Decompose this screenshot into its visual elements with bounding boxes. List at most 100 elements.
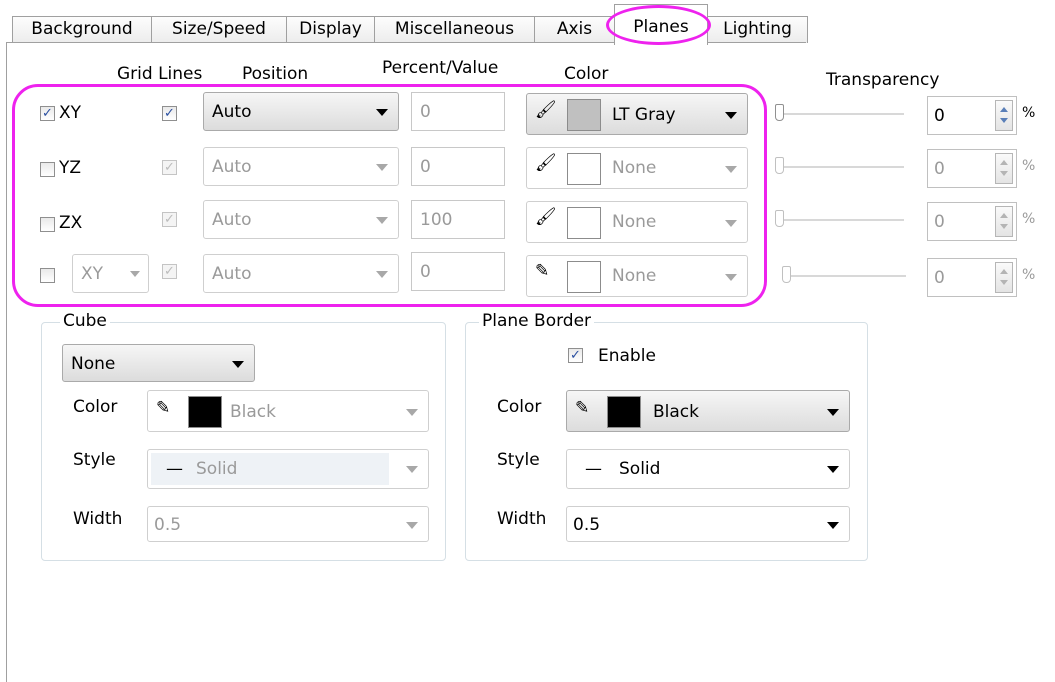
spin-up-icon — [1000, 107, 1008, 112]
header-percent-value: Percent/Value — [382, 58, 499, 78]
spin-up-icon — [1000, 160, 1008, 165]
plane-xy-value-input[interactable]: 0 — [411, 92, 505, 131]
chevron-down-icon — [376, 217, 388, 224]
tab-display[interactable]: Display — [286, 16, 375, 43]
plane-border-enable-checkbox[interactable]: ✓ — [568, 348, 583, 363]
plane-border-width-label: Width — [497, 509, 547, 529]
plane-yz-value-text: 0 — [420, 157, 431, 177]
cube-type-select[interactable]: None — [62, 344, 255, 382]
plane-border-width-select[interactable]: 0.5 — [566, 506, 850, 542]
percent-sign: % — [1022, 267, 1036, 283]
plane-border-style-select[interactable]: — Solid — [566, 449, 850, 489]
plane-yz-color-name: None — [612, 158, 657, 178]
plane-border-width-value: 0.5 — [573, 515, 601, 535]
pencil-icon: ✎ — [535, 261, 550, 281]
plane-zx-value-text: 100 — [420, 210, 453, 230]
cube-style-label: Style — [73, 450, 116, 470]
percent-sign: % — [1022, 158, 1036, 174]
chevron-down-icon — [827, 522, 839, 529]
plane-border-color-swatch — [607, 396, 641, 428]
chevron-down-icon — [827, 466, 839, 473]
plane-zx-transparency-value: 0 — [934, 212, 945, 232]
tab-size-speed[interactable]: Size/Speed — [151, 16, 287, 43]
cube-width-label: Width — [73, 509, 123, 529]
plane-custom-value-input[interactable]: 0 — [411, 252, 505, 291]
plane-custom-color-swatch — [567, 261, 601, 293]
spin-buttons[interactable] — [995, 100, 1013, 131]
fill-bucket-icon: 🖌 — [535, 153, 557, 173]
plane-custom-axis-select[interactable]: XY — [72, 254, 149, 293]
spin-buttons[interactable] — [995, 206, 1013, 237]
plane-custom-transparency-value: 0 — [934, 268, 945, 288]
plane-yz-transparency-slider[interactable] — [775, 157, 784, 174]
plane-yz-transparency-spinner[interactable]: 0 — [927, 149, 1017, 188]
plane-yz-position-select[interactable]: Auto — [203, 147, 399, 186]
active-tab-highlight — [606, 5, 711, 45]
chevron-down-icon — [376, 271, 388, 278]
plane-xy-transparency-value: 0 — [934, 106, 945, 126]
chevron-down-icon — [232, 361, 244, 368]
chevron-down-icon — [725, 274, 737, 281]
plane-custom-color-name: None — [612, 266, 657, 286]
plane-custom-transparency-slider[interactable] — [782, 266, 791, 283]
cube-style-select[interactable]: — Solid — [147, 449, 429, 489]
plane-zx-transparency-spinner[interactable]: 0 — [927, 202, 1017, 241]
pencil-icon: ✎ — [156, 398, 171, 418]
tab-lighting[interactable]: Lighting — [707, 16, 808, 43]
plane-zx-grid-checkbox[interactable]: ✓ — [162, 212, 177, 227]
spin-up-icon — [1000, 269, 1008, 274]
plane-xy-value-text: 0 — [420, 102, 431, 122]
plane-zx-position-select[interactable]: Auto — [203, 200, 399, 239]
plane-yz-label: YZ — [59, 158, 82, 178]
plane-xy-grid-checkbox[interactable]: ✓ — [162, 106, 177, 121]
plane-yz-checkbox[interactable] — [40, 162, 55, 177]
tab-miscellaneous[interactable]: Miscellaneous — [374, 16, 535, 43]
plane-yz-grid-checkbox[interactable]: ✓ — [162, 160, 177, 175]
plane-custom-color-select[interactable]: ✎ None — [526, 255, 748, 297]
chevron-down-icon — [725, 112, 737, 119]
plane-custom-position-select[interactable]: Auto — [203, 254, 399, 293]
plane-yz-value-input[interactable]: 0 — [411, 147, 505, 186]
plane-xy-position-select[interactable]: Auto — [203, 92, 399, 131]
chevron-down-icon — [406, 466, 418, 473]
cube-type-value: None — [71, 354, 116, 374]
plane-custom-checkbox[interactable] — [40, 268, 55, 283]
spin-down-icon — [1000, 118, 1008, 123]
plane-border-style-value: Solid — [619, 459, 661, 479]
fill-bucket-icon: 🖌 — [535, 100, 557, 120]
plane-border-style-label: Style — [497, 450, 540, 470]
plane-xy-checkbox[interactable]: ✓ — [40, 106, 55, 121]
plane-zx-value-input[interactable]: 100 — [411, 200, 505, 239]
percent-sign: % — [1022, 105, 1036, 121]
chevron-down-icon — [725, 166, 737, 173]
cube-color-select[interactable]: ✎ Black — [147, 390, 429, 432]
plane-yz-transparency-track — [779, 166, 904, 169]
cube-width-select[interactable]: 0.5 — [147, 506, 429, 542]
plane-custom-position-value: Auto — [212, 264, 252, 284]
plane-custom-transparency-spinner[interactable]: 0 — [927, 258, 1017, 297]
plane-border-color-select[interactable]: ✎ Black — [566, 390, 850, 432]
plane-zx-transparency-slider[interactable] — [775, 210, 784, 227]
plane-zx-color-select[interactable]: 🖌 None — [526, 201, 748, 243]
spin-down-icon — [1000, 224, 1008, 229]
spin-buttons[interactable] — [995, 262, 1013, 293]
spin-down-icon — [1000, 280, 1008, 285]
cube-color-name: Black — [230, 402, 276, 422]
plane-border-enable-label: Enable — [598, 346, 656, 366]
plane-xy-color-swatch — [567, 99, 601, 131]
plane-xy-transparency-spinner[interactable]: 0 — [927, 96, 1017, 135]
plane-zx-checkbox[interactable] — [40, 217, 55, 232]
plane-xy-transparency-slider[interactable] — [775, 104, 784, 121]
plane-yz-color-swatch — [567, 153, 601, 185]
tab-axis[interactable]: Axis — [534, 16, 615, 43]
plane-custom-grid-checkbox[interactable]: ✓ — [162, 264, 177, 279]
cube-style-inner — [151, 453, 389, 485]
plane-xy-color-select[interactable]: 🖌 LT Gray — [526, 93, 748, 135]
tab-background[interactable]: Background — [12, 16, 152, 43]
plane-border-color-label: Color — [497, 397, 542, 417]
plane-yz-color-select[interactable]: 🖌 None — [526, 147, 748, 189]
chevron-down-icon — [376, 164, 388, 171]
spin-buttons[interactable] — [995, 153, 1013, 184]
plane-yz-position-value: Auto — [212, 157, 252, 177]
plane-xy-label: XY — [59, 103, 82, 123]
